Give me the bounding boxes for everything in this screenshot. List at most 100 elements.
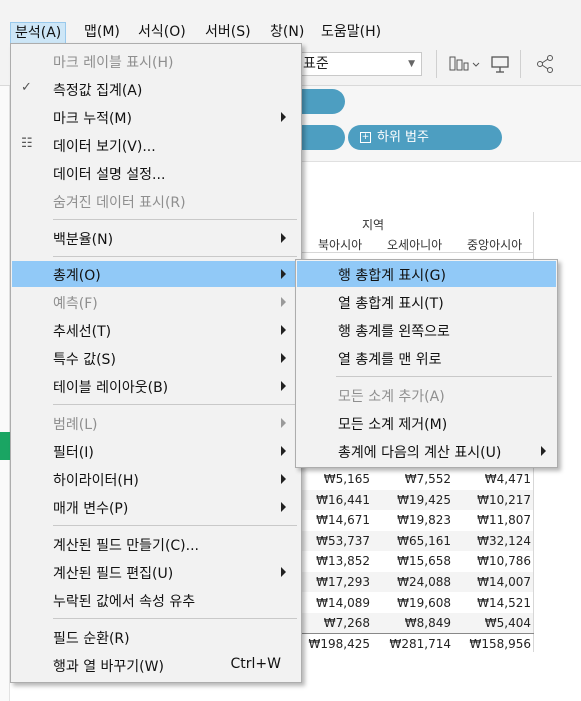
share-icon[interactable] [536, 54, 556, 74]
menu-item-table-layout[interactable]: 테이블 레이아웃(B) [12, 373, 300, 399]
menu-separator [53, 219, 297, 220]
table-cell[interactable]: ₩14,671 [290, 510, 370, 530]
shelf-pill-label: 하위 범주 [377, 130, 429, 145]
table-cell[interactable]: ₩11,807 [451, 510, 531, 530]
menu-item-legends[interactable]: 범례(L) [12, 410, 300, 436]
menu-item-create-calculated-field[interactable]: 계산된 필드 만들기(C)... [12, 531, 300, 557]
table-cell[interactable]: ₩65,161 [371, 531, 451, 551]
menu-item-stack-marks[interactable]: 마크 누적(M) [12, 104, 300, 130]
menu-item-highlighters[interactable]: 하이라이터(H) [12, 466, 300, 492]
menu-help[interactable]: 도움말(H) [317, 22, 385, 44]
table-cell[interactable]: ₩15,658 [371, 551, 451, 571]
menu-item-parameters[interactable]: 매개 변수(P) [12, 494, 300, 520]
grand-total-cell[interactable]: ₩198,425 [290, 634, 371, 654]
submenu-item-remove-all-subtotals[interactable]: 모든 소계 제거(M) [297, 410, 556, 436]
total-row-divider [292, 633, 534, 634]
menu-item-special-values[interactable]: 특수 값(S) [12, 345, 300, 371]
table-cell[interactable]: ₩14,521 [451, 593, 531, 613]
table-cell[interactable]: ₩32,124 [451, 531, 531, 551]
menu-separator [53, 525, 297, 526]
submenu-item-show-column-grand-totals[interactable]: 열 총합계 표시(T) [297, 289, 556, 315]
menu-window[interactable]: 창(N) [266, 22, 308, 44]
menu-separator [336, 376, 552, 377]
submenu-arrow-icon [281, 112, 286, 122]
menu-bar: 분석(A) 맵(M) 서식(O) 서버(S) 창(N) 도움말(H) [0, 0, 581, 44]
table-cell[interactable]: ₩4,471 [451, 469, 531, 489]
grand-total-cell[interactable]: ₩281,714 [371, 634, 452, 654]
table-cell[interactable]: ₩13,852 [290, 551, 370, 571]
presentation-icon[interactable] [490, 54, 510, 74]
submenu-arrow-icon [281, 269, 286, 279]
table-cell[interactable]: ₩53,737 [290, 531, 370, 551]
totals-submenu: 행 총합계 표시(G) 열 총합계 표시(T) 행 총계를 왼쪽으로 열 총계를… [295, 259, 558, 468]
menu-item-edit-calculated-field[interactable]: 계산된 필드 편집(U) [12, 559, 300, 585]
menu-item-totals[interactable]: 총계(O) [12, 261, 300, 287]
submenu-item-column-totals-top[interactable]: 열 총계를 맨 위로 [297, 345, 556, 371]
fit-dropdown-value: 표준 [303, 56, 329, 72]
column-group-header: 지역 [362, 218, 385, 232]
menu-server[interactable]: 서버(S) [201, 22, 255, 44]
submenu-arrow-icon [281, 233, 286, 243]
column-header[interactable]: 오세아니아 [387, 236, 442, 253]
menu-item-aggregate-measures[interactable]: ✓ 측정값 집계(A) [12, 76, 300, 102]
table-cell[interactable]: ₩10,217 [451, 490, 531, 510]
menu-item-cycle-fields[interactable]: 필드 순환(R) [12, 624, 300, 650]
submenu-arrow-icon [281, 381, 286, 391]
menu-item-percentages[interactable]: 백분율(N) [12, 225, 300, 251]
table-cell[interactable]: ₩14,089 [290, 593, 370, 613]
submenu-item-total-using[interactable]: 총계에 다음의 계산 표시(U) [297, 438, 556, 464]
menu-separator [53, 404, 297, 405]
menu-item-infer-properties[interactable]: 누락된 값에서 속성 유추 [12, 587, 300, 613]
analysis-menu: 마크 레이블 표시(H) ✓ 측정값 집계(A) 마크 누적(M) ☷ 데이터 보기… [10, 43, 302, 683]
fit-dropdown[interactable]: 표준 ▼ [290, 52, 422, 76]
table-cell[interactable]: ₩17,293 [290, 572, 370, 592]
menu-map[interactable]: 맵(M) [80, 22, 124, 44]
menu-item-swap-rows-columns[interactable]: 행과 열 바꾸기(W) Ctrl+W [12, 652, 300, 678]
submenu-arrow-icon [281, 474, 286, 484]
table-cell[interactable]: ₩7,268 [290, 613, 370, 633]
view-data-icon: ☷ [21, 136, 33, 151]
menu-item-view-data[interactable]: ☷ 데이터 보기(V)... [12, 132, 300, 158]
table-cell[interactable]: ₩19,425 [371, 490, 451, 510]
table-cell[interactable]: ₩7,552 [371, 469, 451, 489]
chevron-down-icon: ▼ [408, 59, 415, 69]
table-cell[interactable]: ₩8,849 [371, 613, 451, 633]
side-panel [0, 86, 10, 701]
table-cell[interactable]: ₩5,165 [290, 469, 370, 489]
column-header[interactable]: 북아시아 [318, 236, 362, 253]
submenu-arrow-icon [281, 353, 286, 363]
table-cell[interactable]: ₩10,786 [451, 551, 531, 571]
table-cell[interactable]: ₩19,608 [371, 593, 451, 613]
menu-item-forecast[interactable]: 예측(F) [12, 289, 300, 315]
table-cell[interactable]: ₩16,441 [290, 490, 370, 510]
table-cell[interactable]: ₩5,404 [451, 613, 531, 633]
menu-format[interactable]: 서식(O) [134, 22, 190, 44]
table-cell[interactable]: ₩24,088 [371, 572, 451, 592]
submenu-arrow-icon [281, 567, 286, 577]
submenu-item-row-totals-left[interactable]: 행 총계를 왼쪽으로 [297, 317, 556, 343]
submenu-arrow-icon [281, 502, 286, 512]
menu-item-filters[interactable]: 필터(I) [12, 438, 300, 464]
table-cell[interactable]: ₩19,823 [371, 510, 451, 530]
submenu-arrow-icon [281, 325, 286, 335]
submenu-item-show-row-grand-totals[interactable]: 행 총합계 표시(G) [297, 261, 556, 287]
shelf-pill-subcategory[interactable]: + 하위 범주 [348, 125, 502, 150]
expand-plus-icon: + [360, 132, 371, 143]
menu-item-describe-data[interactable]: 데이터 설명 설정... [12, 160, 300, 186]
submenu-item-add-all-subtotals[interactable]: 모든 소계 추가(A) [297, 382, 556, 408]
submenu-arrow-icon [541, 446, 546, 456]
menu-item-show-mark-labels[interactable]: 마크 레이블 표시(H) [12, 48, 300, 74]
menu-analysis[interactable]: 분석(A) [10, 22, 67, 44]
toolbar-divider [436, 50, 437, 78]
menu-separator [53, 618, 297, 619]
toolbar-divider [520, 50, 521, 78]
menu-separator [53, 256, 297, 257]
menu-item-trend-lines[interactable]: 추세선(T) [12, 317, 300, 343]
column-header[interactable]: 중앙아시아 [467, 236, 522, 253]
grand-total-cell[interactable]: ₩158,956 [451, 634, 532, 654]
show-me-icon[interactable] [449, 54, 481, 74]
menu-item-reveal-hidden-data[interactable]: 숨겨진 데이터 표시(R) [12, 188, 300, 214]
table-border [292, 252, 534, 253]
submenu-arrow-icon [281, 418, 286, 428]
table-cell[interactable]: ₩14,007 [451, 572, 531, 592]
